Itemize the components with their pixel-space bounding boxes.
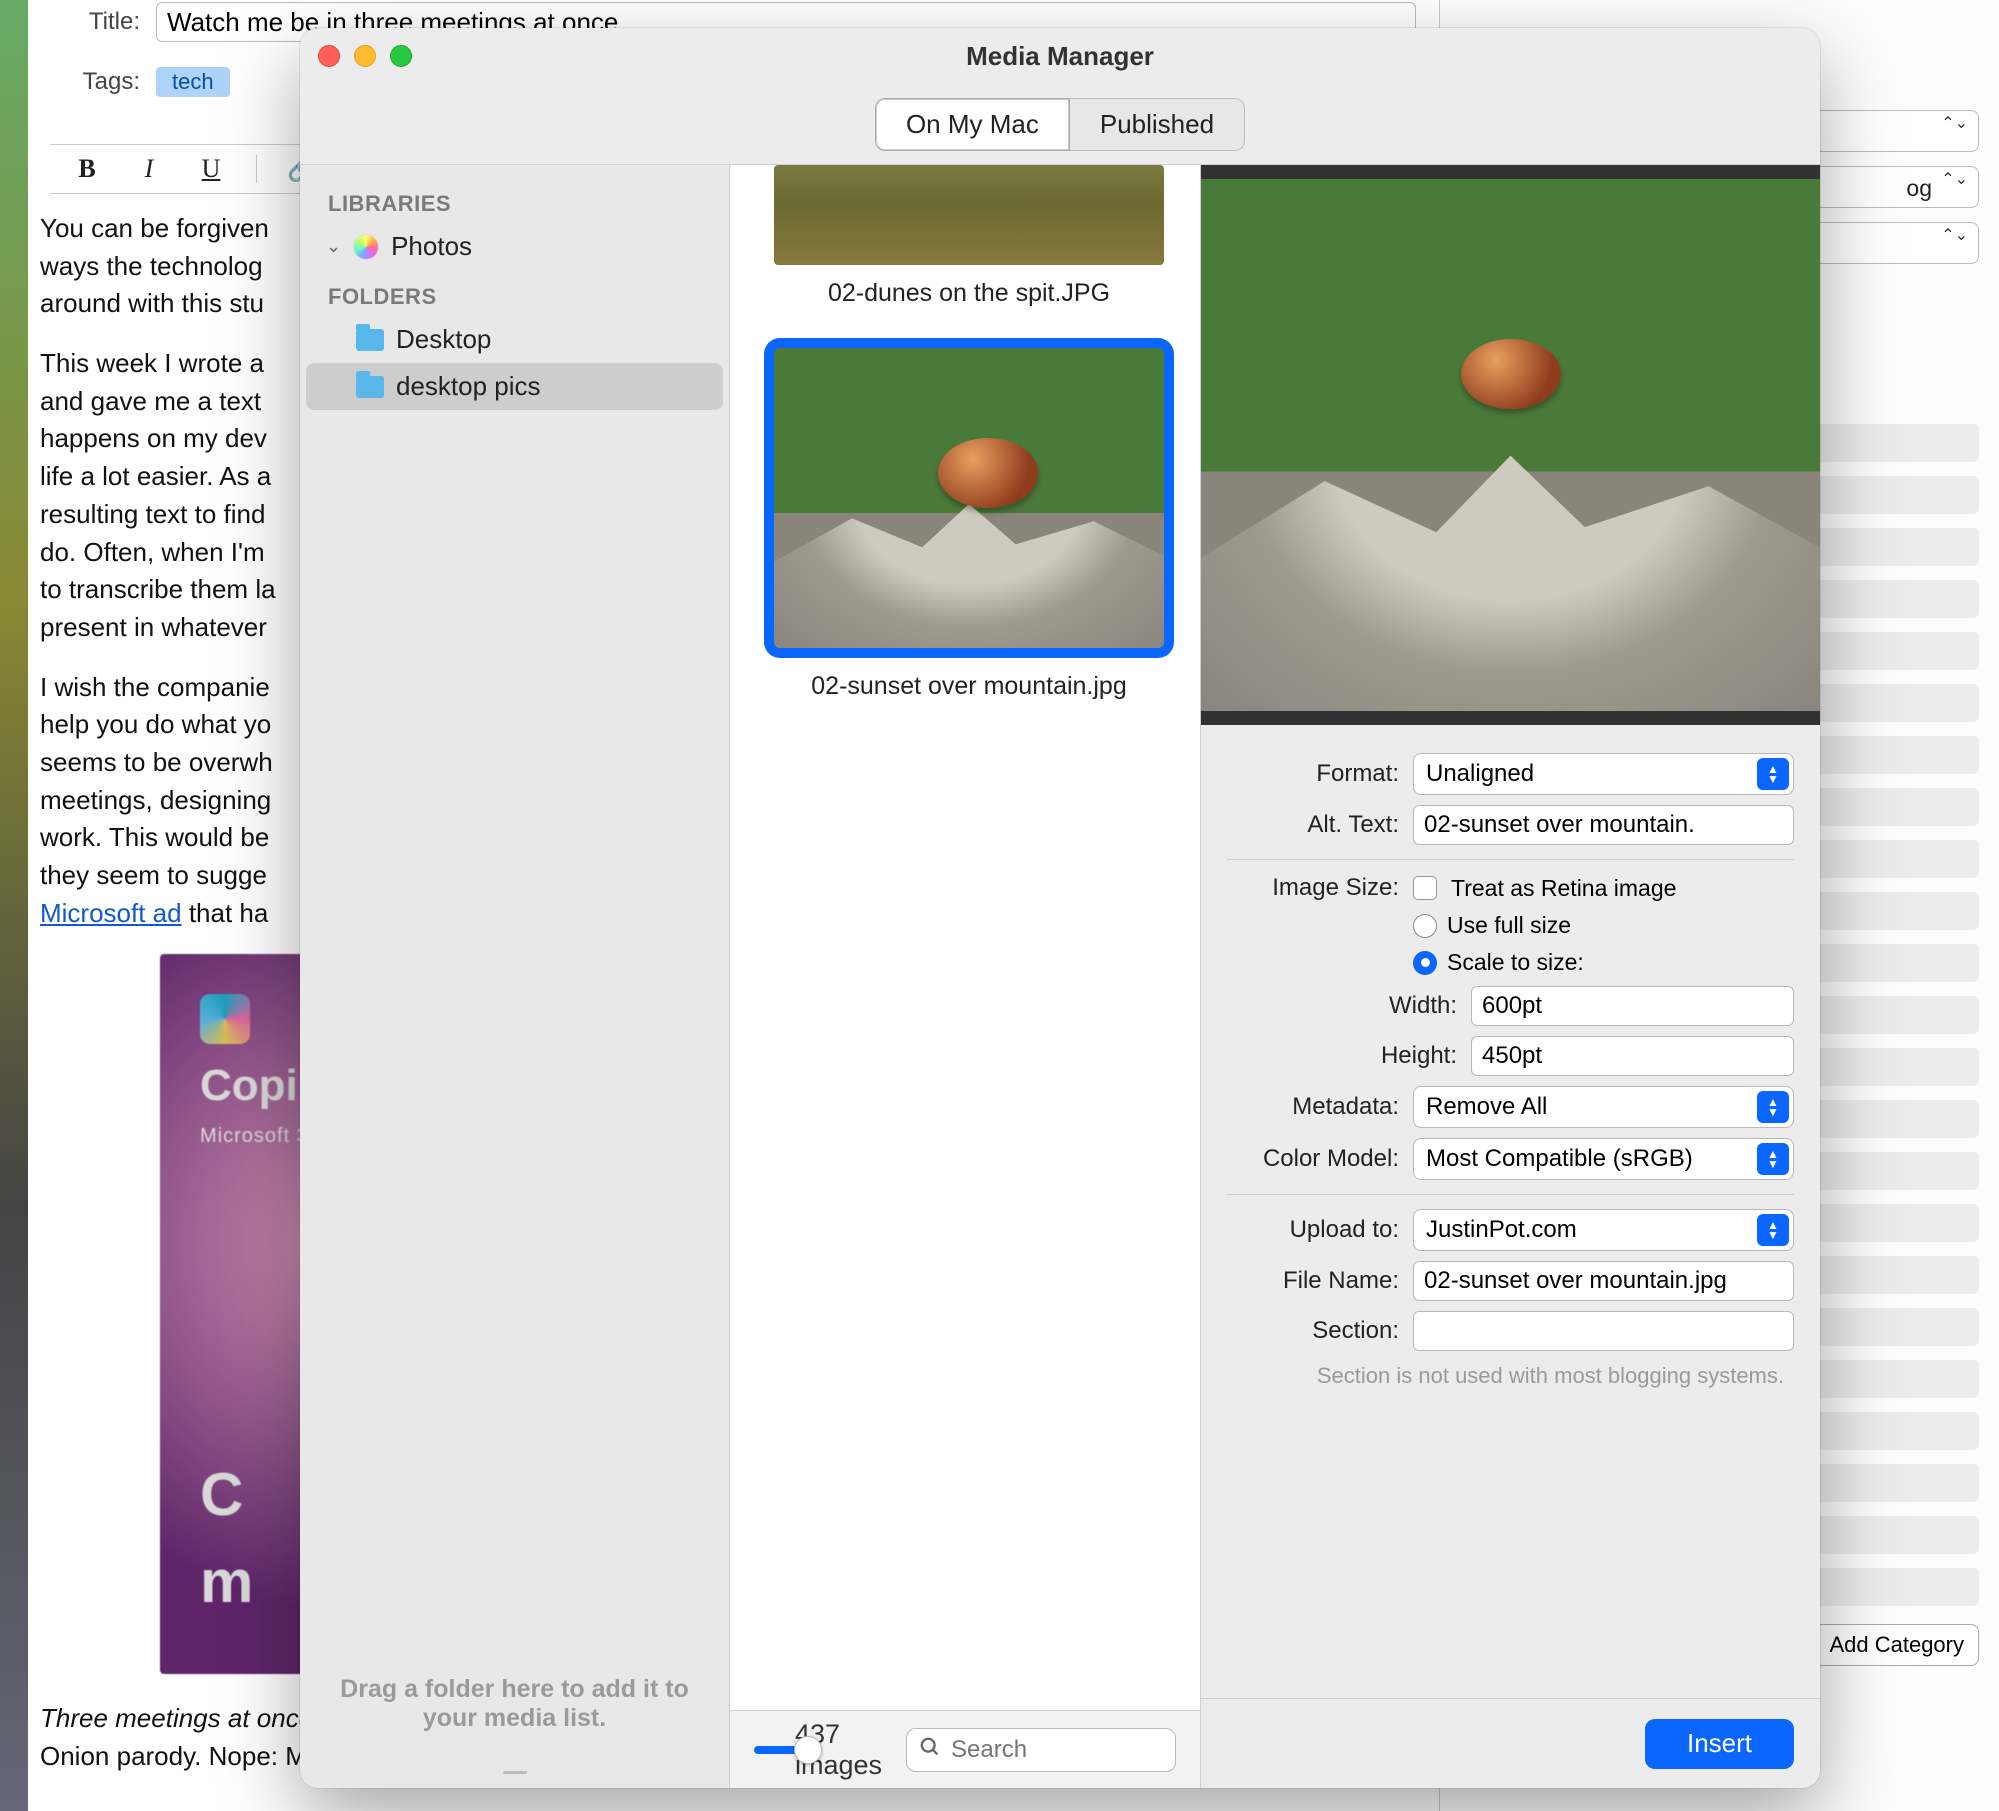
scale-radio[interactable]	[1413, 951, 1437, 975]
height-label: Height:	[1227, 1042, 1457, 1070]
filename-input[interactable]	[1413, 1261, 1794, 1301]
sidebar-drop-hint: Drag a folder here to add it to your med…	[306, 1675, 723, 1769]
sidebar-item-label: desktop pics	[396, 371, 541, 402]
image-size-label: Image Size:	[1227, 874, 1399, 902]
format-select[interactable]: Unaligned ▲▼	[1413, 753, 1794, 795]
sidebar-heading-libraries: LIBRARIES	[306, 177, 723, 223]
width-label: Width:	[1227, 992, 1457, 1020]
window-title: Media Manager	[300, 41, 1820, 72]
full-size-label: Use full size	[1447, 912, 1571, 939]
thumbnail-label: 02-dunes on the spit.JPG	[828, 279, 1110, 308]
zoom-window-icon[interactable]	[390, 45, 412, 67]
media-manager-window: Media Manager On My Mac Published LIBRAR…	[300, 28, 1820, 1788]
minimize-window-icon[interactable]	[354, 45, 376, 67]
format-label: Format:	[1227, 760, 1399, 788]
thumbnail-strip	[0, 0, 28, 1811]
sidebar-resize-handle[interactable]	[503, 1771, 527, 1774]
thumbnail-image	[774, 165, 1164, 265]
source-segmented-control: On My Mac Published	[875, 98, 1245, 151]
photos-app-icon	[353, 234, 379, 260]
chevron-updown-icon: ▲▼	[1757, 1091, 1789, 1123]
width-input[interactable]	[1471, 986, 1794, 1026]
preview-image	[1201, 165, 1820, 725]
scale-label: Scale to size:	[1447, 949, 1584, 976]
color-model-label: Color Model:	[1227, 1145, 1399, 1173]
thumbnail-pane: 02-dunes on the spit.JPG 02-hermit crab.…	[730, 165, 1200, 1788]
alt-text-label: Alt. Text:	[1227, 811, 1399, 839]
underline-button[interactable]: U	[194, 154, 228, 184]
close-window-icon[interactable]	[318, 45, 340, 67]
filename-label: File Name:	[1227, 1267, 1399, 1295]
thumbnail-size-slider[interactable]	[754, 1746, 771, 1754]
tab-on-my-mac[interactable]: On My Mac	[875, 98, 1070, 151]
sidebar-item-desktop-pics[interactable]: desktop pics	[306, 363, 723, 410]
sidebar: LIBRARIES ⌄ Photos FOLDERS Desktop deskt…	[300, 165, 730, 1788]
folder-icon	[356, 376, 384, 398]
tag-chip[interactable]: tech	[156, 67, 230, 97]
metadata-label: Metadata:	[1227, 1093, 1399, 1121]
full-size-radio[interactable]	[1413, 914, 1437, 938]
microsoft-ad-link[interactable]: Microsoft ad	[40, 898, 182, 928]
search-icon	[919, 1736, 941, 1764]
titlebar: Media Manager	[300, 28, 1820, 84]
copilot-logo-icon	[200, 994, 250, 1044]
section-label: Section:	[1227, 1317, 1399, 1345]
sidebar-item-desktop[interactable]: Desktop	[306, 316, 723, 363]
detail-pane: Format: Unaligned ▲▼ Alt. Text: Image Si…	[1200, 165, 1820, 1788]
chevron-updown-icon: ▲▼	[1757, 1143, 1789, 1175]
tab-published[interactable]: Published	[1070, 98, 1245, 151]
sidebar-item-label: Desktop	[396, 324, 491, 355]
tags-label: Tags:	[50, 68, 140, 96]
retina-checkbox[interactable]	[1413, 876, 1437, 900]
section-input[interactable]	[1413, 1311, 1794, 1351]
thumbnail-item-selected[interactable]: 02-sunset over mountain.jpg	[764, 338, 1174, 701]
upload-to-select[interactable]: JustinPot.com ▲▼	[1413, 1209, 1794, 1251]
sidebar-heading-folders: FOLDERS	[306, 270, 723, 316]
insert-button[interactable]: Insert	[1645, 1719, 1794, 1769]
color-model-select[interactable]: Most Compatible (sRGB) ▲▼	[1413, 1138, 1794, 1180]
sidebar-item-label: Photos	[391, 231, 472, 262]
chevron-updown-icon: ▲▼	[1757, 1214, 1789, 1246]
italic-button[interactable]: I	[132, 154, 166, 184]
retina-label: Treat as Retina image	[1451, 875, 1676, 902]
thumbnail-label: 02-sunset over mountain.jpg	[811, 672, 1126, 701]
chevron-updown-icon: ▲▼	[1757, 758, 1789, 790]
grid-footer: 437 images	[730, 1710, 1200, 1788]
bold-button[interactable]: B	[70, 154, 104, 184]
chevron-down-icon[interactable]: ⌄	[326, 236, 341, 257]
thumbnail-image	[774, 348, 1164, 648]
add-category-button[interactable]: Add Category	[1814, 1624, 1979, 1666]
section-note: Section is not used with most blogging s…	[1227, 1361, 1794, 1391]
folder-icon	[356, 329, 384, 351]
sidebar-item-photos[interactable]: ⌄ Photos	[306, 223, 723, 270]
metadata-select[interactable]: Remove All ▲▼	[1413, 1086, 1794, 1128]
thumbnail-selection	[764, 338, 1174, 658]
title-label: Title:	[50, 8, 140, 36]
thumbnail-item[interactable]: 02-dunes on the spit.JPG	[764, 165, 1174, 308]
search-field[interactable]	[906, 1728, 1176, 1772]
upload-to-label: Upload to:	[1227, 1216, 1399, 1244]
alt-text-input[interactable]	[1413, 805, 1794, 845]
height-input[interactable]	[1471, 1036, 1794, 1076]
